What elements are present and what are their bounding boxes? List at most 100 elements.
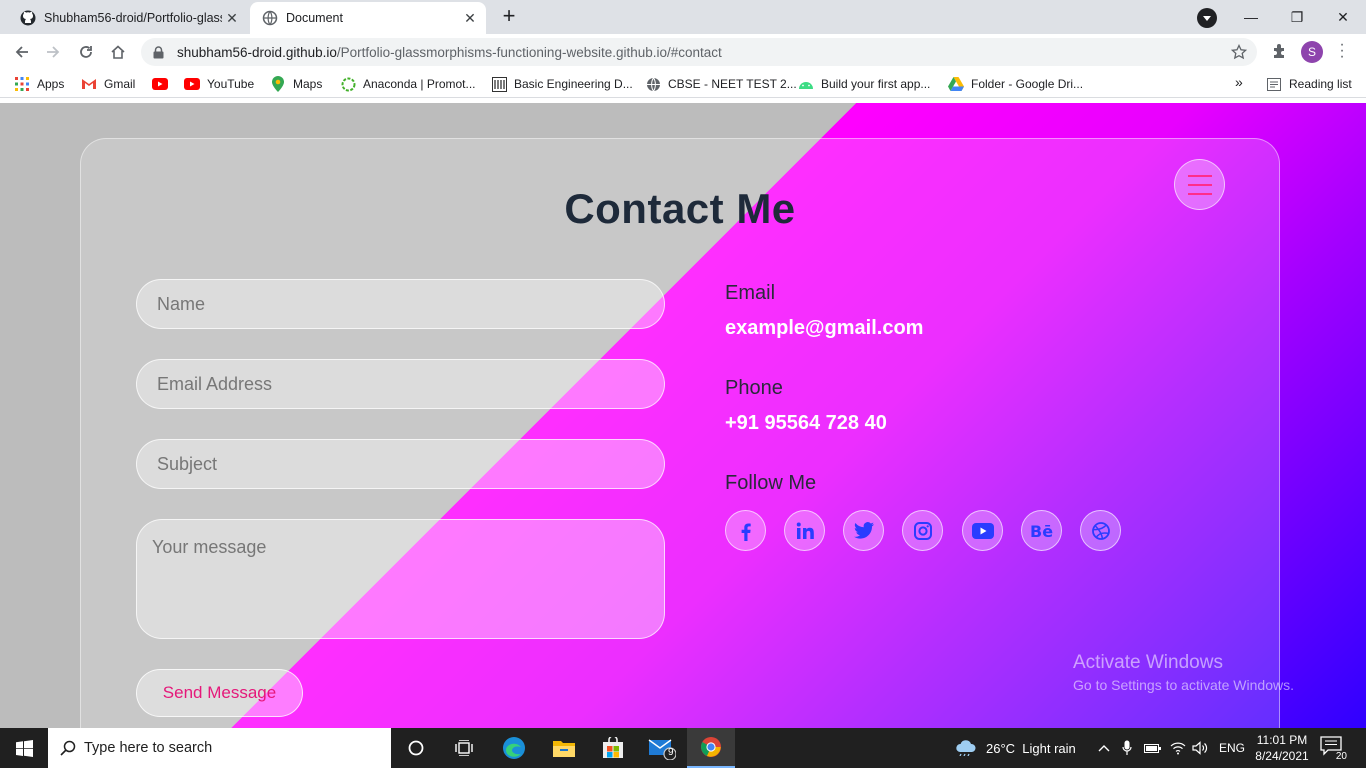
behance-icon[interactable]: Bē xyxy=(1021,510,1062,551)
bookmark-label: Apps xyxy=(37,77,65,91)
browser-toolbar: shubham56-droid.github.io/Portfolio-glas… xyxy=(0,34,1366,70)
bookmark-label: Basic Engineering D... xyxy=(514,77,633,91)
youtube-icon[interactable] xyxy=(962,510,1003,551)
windows-taskbar: Type here to search 9 26°C Light rain EN… xyxy=(0,728,1366,768)
url-path: /Portfolio-glassmorphisms-functioning-we… xyxy=(336,44,722,60)
clock-time: 11:01 PM xyxy=(1256,733,1308,747)
svg-text:Bē: Bē xyxy=(1030,523,1053,539)
language-indicator[interactable]: ENG xyxy=(1219,728,1245,768)
notification-count: 20 xyxy=(1334,751,1348,762)
anaconda-icon xyxy=(340,76,356,92)
close-tab-icon[interactable]: ✕ xyxy=(460,10,480,27)
more-bookmarks-button[interactable]: » xyxy=(1235,74,1243,90)
bookmark-cbse-neet[interactable]: CBSE - NEET TEST 2... xyxy=(645,76,797,92)
send-message-button[interactable]: Send Message xyxy=(136,669,303,717)
reload-icon[interactable] xyxy=(74,40,98,64)
restore-button[interactable]: ❐ xyxy=(1274,0,1320,34)
reading-list-icon xyxy=(1266,76,1282,92)
weather-widget[interactable]: 26°C Light rain xyxy=(955,728,1076,768)
building-icon xyxy=(491,76,507,92)
battery-icon[interactable] xyxy=(1144,728,1162,768)
address-bar[interactable]: shubham56-droid.github.io/Portfolio-glas… xyxy=(141,38,1257,66)
close-tab-icon[interactable]: ✕ xyxy=(222,10,242,27)
linkedin-icon[interactable] xyxy=(784,510,825,551)
page-viewport: Contact Me Name Email Address Subject Yo… xyxy=(0,103,1366,728)
maps-pin-icon xyxy=(270,76,286,92)
bookmark-label: Build your first app... xyxy=(821,77,931,91)
youtube-icon xyxy=(152,76,168,92)
page-title: Contact Me xyxy=(564,185,796,232)
file-explorer-icon[interactable] xyxy=(540,728,588,768)
bookmark-anaconda[interactable]: Anaconda | Promot... xyxy=(340,76,476,92)
notification-center-icon[interactable]: 20 xyxy=(1320,736,1350,762)
task-view-icon[interactable] xyxy=(440,728,488,768)
email-label: Email xyxy=(725,282,776,304)
chrome-icon[interactable] xyxy=(687,728,735,768)
email-value: example@gmail.com xyxy=(725,317,924,339)
cortana-circle-icon[interactable] xyxy=(392,728,440,768)
instagram-icon[interactable] xyxy=(902,510,943,551)
bookmark-label: Maps xyxy=(293,77,323,91)
globe-icon xyxy=(645,76,661,92)
dribbble-icon[interactable] xyxy=(1080,510,1121,551)
new-tab-button[interactable]: + xyxy=(496,5,522,28)
bookmark-label: YouTube xyxy=(207,77,255,91)
search-icon xyxy=(60,740,76,756)
system-clock[interactable]: 11:01 PM 8/24/2021 xyxy=(1252,732,1312,764)
minimize-button[interactable]: — xyxy=(1228,0,1274,34)
mail-badge-count: 9 xyxy=(668,747,674,758)
message-textarea[interactable]: Your message xyxy=(136,519,665,639)
extensions-puzzle-icon[interactable] xyxy=(1271,42,1289,65)
tab-strip: Shubham56-droid/Portfolio-glassmorphisms… xyxy=(0,0,1366,34)
subject-input[interactable]: Subject xyxy=(136,439,665,489)
bookmark-label: Folder - Google Dri... xyxy=(971,77,1084,91)
bookmarks-bar: Apps Gmail YouTube Maps Anaconda | Promo… xyxy=(0,70,1366,98)
bookmark-apps[interactable]: Apps xyxy=(14,76,64,92)
more-menu-icon[interactable]: · · · xyxy=(1337,37,1347,65)
bookmark-google-drive[interactable]: Folder - Google Dri... xyxy=(948,76,1083,92)
clock-date: 8/24/2021 xyxy=(1255,749,1309,763)
bookmark-label: Anaconda | Promot... xyxy=(363,77,476,91)
bookmark-basic-engineering[interactable]: Basic Engineering D... xyxy=(491,76,633,92)
microphone-icon[interactable] xyxy=(1122,728,1132,768)
microsoft-store-icon[interactable] xyxy=(589,728,637,768)
twitter-icon[interactable] xyxy=(843,510,884,551)
wifi-icon[interactable] xyxy=(1170,728,1186,768)
reading-list-label: Reading list xyxy=(1289,77,1352,91)
mail-icon[interactable]: 9 xyxy=(638,728,686,768)
youtube-icon xyxy=(184,76,200,92)
taskbar-search-box[interactable]: Type here to search xyxy=(48,728,391,768)
back-arrow-icon[interactable] xyxy=(10,40,34,64)
bookmark-gmail[interactable]: Gmail xyxy=(81,76,135,92)
bookmark-youtube[interactable]: YouTube xyxy=(184,76,254,92)
name-input[interactable]: Name xyxy=(136,279,665,329)
home-icon[interactable] xyxy=(106,40,130,64)
bookmark-maps[interactable]: Maps xyxy=(270,76,322,92)
profile-avatar[interactable]: S xyxy=(1301,41,1323,63)
windows-start-icon[interactable] xyxy=(0,728,48,768)
gmail-icon xyxy=(81,76,97,92)
google-drive-icon xyxy=(948,76,964,92)
tab-document[interactable]: Document ✕ xyxy=(250,2,486,34)
bookmark-build-first-app[interactable]: Build your first app... xyxy=(798,76,930,92)
close-window-button[interactable]: ✕ xyxy=(1320,0,1366,34)
activate-windows-subtitle: Go to Settings to activate Windows. xyxy=(1073,677,1294,693)
lock-icon[interactable] xyxy=(153,45,167,59)
facebook-icon[interactable] xyxy=(725,510,766,551)
tab-title: Document xyxy=(286,11,343,25)
volume-icon[interactable] xyxy=(1192,728,1208,768)
activate-windows-title: Activate Windows xyxy=(1073,652,1223,673)
bookmark-label: CBSE - NEET TEST 2... xyxy=(668,77,797,91)
edge-browser-icon[interactable] xyxy=(490,728,538,768)
tab-github[interactable]: Shubham56-droid/Portfolio-glassmorphisms… xyxy=(8,2,248,34)
tab-search-icon[interactable] xyxy=(1197,8,1217,28)
bookmark-youtube-icon-only[interactable] xyxy=(152,76,175,92)
phone-value: +91 95564 728 40 xyxy=(725,412,887,434)
globe-icon xyxy=(262,10,278,26)
show-hidden-icons-chevron-icon[interactable] xyxy=(1098,728,1110,768)
email-input[interactable]: Email Address xyxy=(136,359,665,409)
bookmark-star-icon[interactable] xyxy=(1230,43,1248,63)
reading-list-button[interactable]: Reading list xyxy=(1266,76,1352,92)
forward-arrow-icon[interactable] xyxy=(41,40,65,64)
tab-title: Shubham56-droid/Portfolio-glassmorphisms xyxy=(44,11,222,25)
